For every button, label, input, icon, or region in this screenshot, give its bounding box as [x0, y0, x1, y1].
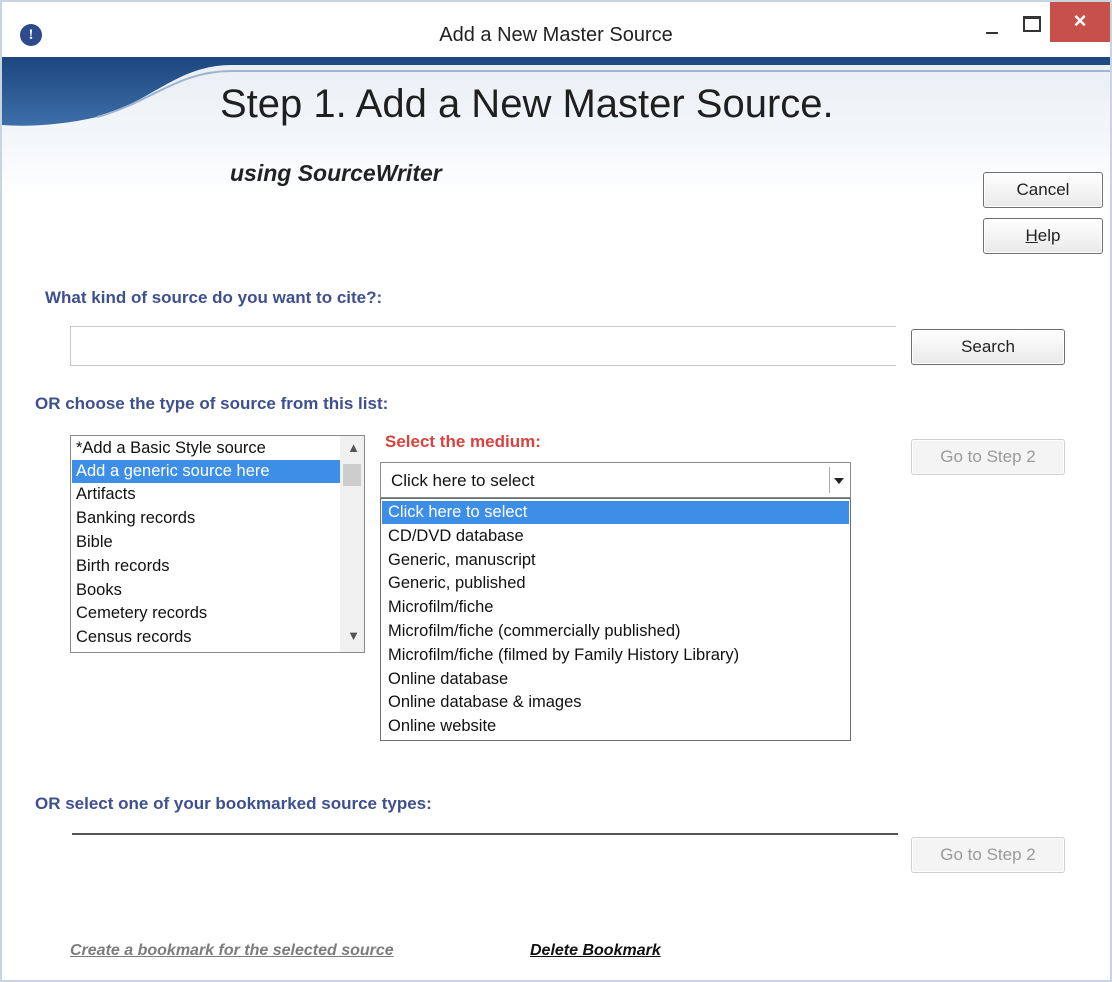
- help-label-rest: elp: [1037, 226, 1061, 245]
- banner-swoosh: [2, 57, 1110, 126]
- cancel-button[interactable]: Cancel: [983, 172, 1103, 208]
- list-item[interactable]: Artifacts: [72, 483, 340, 506]
- list-item[interactable]: Books: [72, 579, 340, 602]
- medium-option[interactable]: Generic, published: [382, 572, 849, 595]
- source-search-input[interactable]: [70, 326, 896, 366]
- medium-option[interactable]: Click here to select: [382, 501, 849, 524]
- delete-bookmark-link[interactable]: Delete Bookmark: [530, 942, 661, 960]
- go-to-step-2-button[interactable]: Go to Step 2: [911, 439, 1065, 475]
- medium-dropdown[interactable]: Click here to select: [380, 462, 851, 498]
- header-banner: [2, 57, 1110, 197]
- list-item[interactable]: Banking records: [72, 507, 340, 530]
- close-icon[interactable]: ×: [1050, 2, 1110, 42]
- dialog-window: ! Add a New Master Source × Step 1. Add …: [0, 0, 1112, 982]
- list-item[interactable]: *Add a Basic Style source: [72, 437, 340, 460]
- list-item[interactable]: Bible: [72, 531, 340, 554]
- list-item[interactable]: Birth records: [72, 555, 340, 578]
- list-scrollbar[interactable]: ▲ ▼: [340, 436, 364, 652]
- medium-option[interactable]: Online database: [382, 668, 849, 691]
- create-bookmark-link[interactable]: Create a bookmark for the selected sourc…: [70, 942, 394, 960]
- medium-option[interactable]: Online website: [382, 715, 849, 738]
- scroll-down-icon[interactable]: ▼: [347, 628, 360, 643]
- bookmark-combobox[interactable]: [72, 833, 898, 835]
- scroll-up-icon[interactable]: ▲: [347, 440, 360, 455]
- choose-type-label: OR choose the type of source from this l…: [35, 394, 389, 413]
- medium-option[interactable]: CD/DVD database: [382, 525, 849, 548]
- go-to-step-2-bookmark-button[interactable]: Go to Step 2: [911, 837, 1065, 873]
- medium-option[interactable]: Online database & images: [382, 691, 849, 714]
- window-title: Add a New Master Source: [439, 24, 673, 46]
- help-button[interactable]: Help: [983, 218, 1103, 254]
- bookmark-label: OR select one of your bookmarked source …: [35, 794, 432, 813]
- chevron-down-icon[interactable]: [829, 467, 847, 493]
- medium-option[interactable]: Microfilm/fiche (commercially published): [382, 620, 849, 643]
- medium-label: Select the medium:: [385, 432, 541, 451]
- medium-selected-value: Click here to select: [391, 471, 535, 490]
- search-button[interactable]: Search: [911, 329, 1065, 365]
- medium-dropdown-list[interactable]: Click here to select CD/DVD database Gen…: [380, 498, 851, 741]
- scroll-thumb[interactable]: [343, 464, 361, 486]
- subtitle: using SourceWriter: [230, 160, 442, 186]
- list-item[interactable]: Add a generic source here: [72, 460, 340, 483]
- medium-option[interactable]: Microfilm/fiche (filmed by Family Histor…: [382, 644, 849, 667]
- step-title: Step 1. Add a New Master Source.: [220, 82, 834, 126]
- search-question-label: What kind of source do you want to cite?…: [45, 288, 383, 307]
- title-bar: ! Add a New Master Source ×: [2, 2, 1110, 62]
- medium-option[interactable]: Microfilm/fiche: [382, 596, 849, 619]
- maximize-icon[interactable]: [1012, 12, 1048, 42]
- medium-option[interactable]: Generic, manuscript: [382, 549, 849, 572]
- help-mnemonic: H: [1025, 226, 1038, 245]
- list-item[interactable]: Census records: [72, 626, 340, 649]
- minimize-icon[interactable]: [972, 12, 1012, 42]
- list-item[interactable]: Cemetery records: [72, 602, 340, 625]
- source-type-listbox[interactable]: *Add a Basic Style source Add a generic …: [70, 435, 365, 653]
